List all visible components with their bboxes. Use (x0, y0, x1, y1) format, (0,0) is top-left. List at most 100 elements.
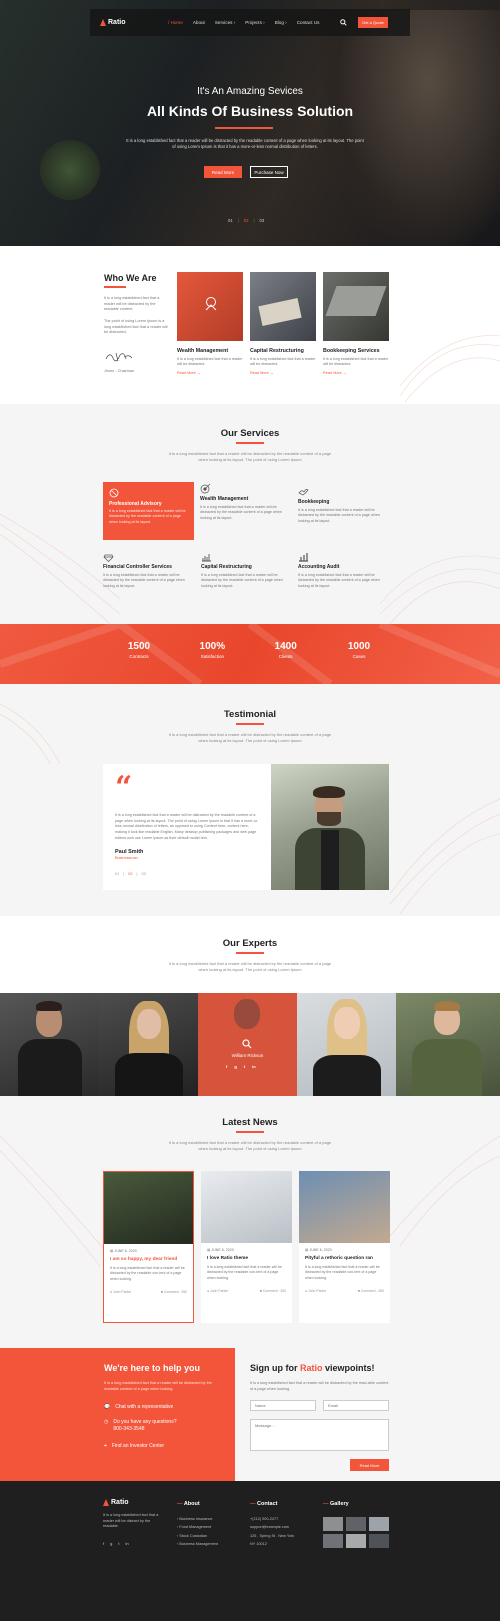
facebook-icon[interactable]: f (103, 1541, 104, 1546)
search-icon[interactable] (242, 1039, 252, 1049)
stats-section: 1500 Contracts 100% Satisfaction 1400 Cl… (0, 624, 500, 684)
experts-subtitle: It is a long established fact that a rea… (168, 961, 332, 972)
gallery-thumb[interactable] (323, 1517, 343, 1531)
message-field[interactable] (250, 1419, 389, 1451)
footer-logo[interactable]: Ratio (103, 1499, 129, 1506)
nav-services[interactable]: Services › (215, 20, 235, 25)
twitter-icon[interactable]: t (244, 1064, 245, 1069)
footer-about-title: — About (177, 1501, 200, 1507)
service-card[interactable]: Capital Restructuring It is a long estab… (250, 272, 316, 375)
decor-lines (0, 1135, 110, 1266)
gallery-thumb[interactable] (346, 1517, 366, 1531)
footer-link[interactable]: › Business Management (177, 1540, 218, 1548)
service-item[interactable]: Accounting Audit It is a long establishe… (298, 552, 390, 589)
gallery-thumb[interactable] (369, 1534, 389, 1548)
news-comments[interactable]: ■ Comment : 350 (260, 1289, 286, 1293)
footer-link[interactable]: › Business Insurance (177, 1515, 218, 1523)
help-chat-link[interactable]: 💬 Chat with a representative (104, 1404, 173, 1410)
gallery-thumb[interactable] (323, 1534, 343, 1548)
linkedin-icon[interactable]: in (125, 1541, 128, 1546)
pager-item[interactable]: 01 (115, 872, 119, 876)
nav-contact[interactable]: Contact Us (297, 20, 320, 25)
news-author[interactable]: ● John Parker (207, 1289, 228, 1293)
news-title-text[interactable]: I love Ratio theme (207, 1256, 286, 1261)
service-item[interactable]: Wealth Management It is a long establish… (200, 484, 292, 521)
pager-item[interactable]: 03 (141, 872, 145, 876)
gallery-thumb[interactable] (369, 1517, 389, 1531)
signup-panel: Sign up for Ratio viewpoints! It is a lo… (235, 1348, 500, 1481)
news-meta: ● John Parker ■ Comment : 350 (110, 1290, 187, 1294)
stat-item: 1500 Contracts (104, 641, 174, 659)
stat-label: Clients (278, 654, 293, 659)
expert-photo[interactable] (396, 993, 500, 1096)
news-image (201, 1171, 292, 1243)
service-item[interactable]: Capital Restructuring It is a long estab… (201, 552, 293, 589)
title-underline (104, 286, 126, 288)
footer-link[interactable]: › Stock Custodian (177, 1532, 218, 1540)
twitter-icon[interactable]: t (118, 1541, 119, 1546)
linkedin-icon[interactable]: in (252, 1064, 256, 1069)
expert-photo[interactable] (0, 993, 99, 1096)
email-field[interactable] (323, 1400, 389, 1411)
services-subtitle: It is a long established fact that a rea… (168, 451, 332, 462)
service-item-title: Accounting Audit (298, 564, 340, 570)
help-investor-link[interactable]: ⌖ Find an Investor Center (104, 1443, 164, 1449)
calendar-icon: ▦ (110, 1249, 114, 1253)
nav-projects[interactable]: Projects › (245, 20, 264, 25)
search-icon[interactable] (340, 19, 347, 26)
service-item[interactable]: Financial Controller Services It is a lo… (103, 552, 195, 589)
expert-photo[interactable] (99, 993, 198, 1096)
experts-section: Our Experts It is a long established fac… (0, 916, 500, 1096)
card-read-more-link[interactable]: Read More → (177, 371, 243, 375)
hero-read-more-button[interactable]: Read More (204, 166, 242, 178)
service-card[interactable]: Wealth Management It is a long establish… (177, 272, 243, 375)
footer-social: f g t in (103, 1541, 129, 1546)
footer-email[interactable]: support@example.com (250, 1523, 294, 1531)
news-date: ▦ JUNE 6, 2020 (305, 1248, 332, 1252)
news-card-active[interactable]: ▦ JUNE 6, 2020 I am so happy, my dear fr… (103, 1171, 194, 1323)
news-comments[interactable]: ■ Comment : 350 (161, 1290, 187, 1294)
news-author[interactable]: ● John Parker (305, 1289, 326, 1293)
service-card[interactable]: Bookkeeping Services It is a long establ… (323, 272, 389, 375)
who-title: Who We Are (104, 273, 157, 283)
facebook-icon[interactable]: f (226, 1064, 227, 1069)
signup-submit-button[interactable]: Read More (350, 1459, 389, 1471)
hero-person-image (320, 10, 500, 246)
stat-value: 1000 (347, 641, 371, 652)
footer-phone[interactable]: +(212) 000-2477 (250, 1515, 294, 1523)
service-item[interactable]: Bookkeeping It is a long established fac… (298, 487, 390, 524)
pager-item-active[interactable]: 02 (128, 872, 132, 876)
service-item-title: Wealth Management (200, 496, 249, 502)
name-field[interactable] (250, 1400, 316, 1411)
card-read-more-link[interactable]: Read More → (250, 371, 316, 375)
news-author[interactable]: ● John Parker (110, 1290, 131, 1294)
google-icon[interactable]: g (110, 1541, 112, 1546)
news-card[interactable]: ▦ JUNE 6, 2020 I love Ratio theme It is … (201, 1171, 292, 1323)
card-read-more-link[interactable]: Read More → (323, 371, 389, 375)
news-title-text[interactable]: Pityful a rethoric question ran (305, 1256, 384, 1261)
expert-photo[interactable] (297, 993, 396, 1096)
hero-purchase-button[interactable]: Purchase Now (250, 166, 288, 178)
news-comments[interactable]: ■ Comment : 350 (358, 1289, 384, 1293)
help-questions[interactable]: ◷ Do you have any questions? 800-343-3548 (104, 1419, 176, 1432)
service-item-title: Capital Restructuring (201, 564, 252, 570)
pager-item[interactable]: 03 (260, 218, 265, 223)
google-icon[interactable]: g (234, 1064, 236, 1069)
get-quote-button[interactable]: Get a Quote (358, 17, 388, 28)
gallery-thumb[interactable] (346, 1534, 366, 1548)
pager-item[interactable]: 01 (228, 218, 233, 223)
expert-photo-featured[interactable]: William Rickson f g t in (198, 993, 297, 1096)
logo[interactable]: Ratio (100, 19, 160, 26)
news-text: It is a long established fact that a rea… (110, 1266, 185, 1281)
nav-home[interactable]: / Home (168, 20, 183, 25)
nav-about[interactable]: About (193, 20, 205, 25)
card-image (250, 272, 316, 341)
news-card[interactable]: ▦ JUNE 6, 2020 Pityful a rethoric questi… (299, 1171, 390, 1323)
news-title-text[interactable]: I am so happy, my dear friend (110, 1257, 187, 1262)
nav-blog[interactable]: Blog › (275, 20, 287, 25)
footer-link[interactable]: › Fund Management (177, 1523, 218, 1531)
pager-item-active[interactable]: 02 (244, 218, 249, 223)
title-underline (236, 952, 264, 954)
stat-item: 1000 Cases (324, 641, 394, 659)
service-item-active[interactable]: Professional Advisory It is a long estab… (103, 482, 194, 540)
